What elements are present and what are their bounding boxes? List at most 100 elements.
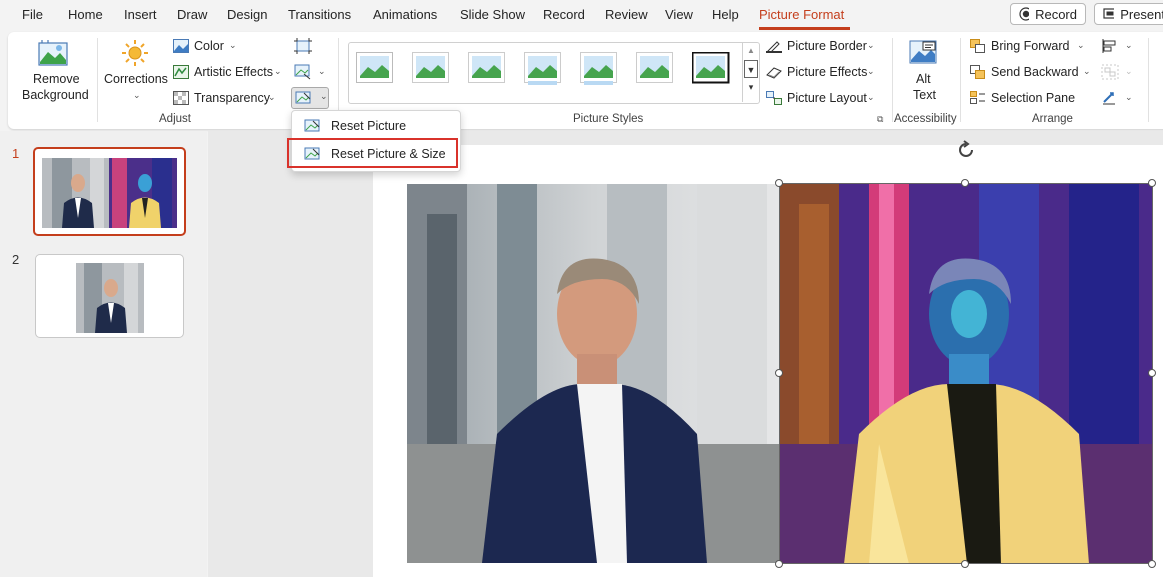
present-icon [1103,8,1115,19]
arrange-group-label: Arrange [1032,113,1073,125]
picture-border-button[interactable]: Picture Border ⌄ [766,38,876,56]
adjust-group-label: Adjust [159,113,191,125]
tab-home[interactable]: Home [68,7,103,22]
tab-slide-show[interactable]: Slide Show [460,7,525,22]
send-backward-button[interactable]: Send Backward ⌄ [970,64,1094,82]
artistic-effects-button[interactable]: Artistic Effects ⌄ [173,64,283,82]
reset-picture-icon [295,91,311,104]
resize-handle[interactable] [1148,179,1156,187]
color-button[interactable]: Color ⌄ [173,38,263,56]
alt-text-label-1: Alt [916,72,931,86]
picture-styles-group-label: Picture Styles [573,113,644,125]
picture-layout-label: Picture Layout [787,91,867,105]
transparency-icon [173,91,189,105]
remove-background-button[interactable]: Remove Background [14,36,94,108]
group-button[interactable]: ⌄ [1101,64,1133,80]
gallery-more-icon[interactable]: ▾ [743,78,759,96]
rotate-button[interactable]: ⌄ [1101,90,1133,106]
picture-style-thumbnail[interactable] [691,51,734,92]
tab-file[interactable]: File [22,7,43,22]
slide-2-preview-image [76,263,144,333]
dialog-launcher-icon[interactable]: ⧉ [877,114,883,125]
picture-style-thumbnail[interactable] [580,52,622,92]
reset-picture-button[interactable]: ⌄ [291,87,329,109]
sun-icon [122,40,148,66]
align-button[interactable]: ⌄ [1101,38,1133,54]
picture-style-thumbnail[interactable] [524,52,566,92]
active-tab-indicator [759,27,850,30]
chevron-down-icon: ⌄ [1125,92,1133,102]
chevron-down-icon: ⌄ [1083,66,1091,76]
tab-draw[interactable]: Draw [177,7,207,22]
tab-record[interactable]: Record [543,7,585,22]
gallery-scroll[interactable]: ▲ ▼ ▾ [742,42,759,102]
picture-style-thumbnail[interactable] [356,52,398,92]
present-button-label: Present [1120,6,1163,22]
picture-effects-icon [766,67,782,79]
chevron-down-icon: ⌄ [1125,66,1133,76]
ribbon-separator [892,38,893,122]
picture-effects-button[interactable]: Picture Effects ⌄ [766,64,876,82]
present-button[interactable]: Present [1094,3,1163,25]
chevron-down-icon: ⌄ [268,92,276,102]
resize-handle[interactable] [775,179,783,187]
resize-handle[interactable] [961,560,969,568]
resize-handle[interactable] [961,179,969,187]
align-icon [1102,39,1116,53]
tab-transitions[interactable]: Transitions [288,7,351,22]
corrections-button[interactable]: Corrections ⌄ [102,36,168,108]
gallery-scroll-up-icon[interactable]: ▲ [743,42,759,60]
send-backward-icon [970,65,985,79]
chevron-down-icon: ⌄ [867,66,875,76]
transparency-label: Transparency [194,91,270,105]
ribbon-separator [960,38,961,122]
picture-style-thumbnail[interactable] [468,52,510,92]
chevron-down-icon: ⌄ [318,66,326,76]
picture-style-icon [356,52,393,83]
tab-insert[interactable]: Insert [124,7,157,22]
slide-thumbnail-2[interactable] [35,254,184,338]
selection-pane-button[interactable]: Selection Pane [970,90,1080,108]
group-icon [1101,64,1119,80]
change-picture-button[interactable]: ⌄ [294,64,326,80]
menu-item-label: Reset Picture [331,119,407,133]
resize-handle[interactable] [775,560,783,568]
send-backward-label: Send Backward [991,65,1079,79]
reset-picture-icon [304,119,320,131]
highlight-box [287,138,458,168]
tab-picture-format[interactable]: Picture Format [759,7,844,22]
slide-thumbnail-1[interactable] [33,147,186,236]
tab-help[interactable]: Help [712,7,739,22]
picture-style-icon [524,52,561,85]
picture-layout-icon [766,91,782,105]
bring-forward-button[interactable]: Bring Forward ⌄ [970,38,1088,56]
chevron-down-icon: ⌄ [1077,40,1085,50]
picture-style-thumbnail[interactable] [636,52,678,92]
pen-icon [766,41,782,53]
chevron-down-icon: ⌄ [1125,40,1133,50]
gallery-scroll-down-icon[interactable]: ▼ [744,60,758,78]
ribbon-separator [1148,38,1149,122]
tab-review[interactable]: Review [605,7,648,22]
tab-animations[interactable]: Animations [373,7,437,22]
menu-item-reset-picture[interactable]: Reset Picture [292,113,458,139]
artistic-effects-label: Artistic Effects [194,65,273,79]
alt-text-icon [909,40,937,64]
picture-style-icon [636,52,673,83]
original-photo[interactable] [407,184,779,563]
tab-view[interactable]: View [665,7,693,22]
record-button[interactable]: Record [1010,3,1086,25]
picture-style-thumbnail[interactable] [412,52,454,92]
resize-handle[interactable] [1148,560,1156,568]
picture-style-icon [468,52,505,83]
compress-pictures-button[interactable] [294,38,312,54]
alt-text-button[interactable]: Alt Text [898,36,952,108]
transparency-button[interactable]: Transparency ⌄ [173,90,278,108]
tab-design[interactable]: Design [227,7,267,22]
remove-background-icon [38,40,68,66]
picture-layout-button[interactable]: Picture Layout ⌄ [766,90,876,108]
resize-handle[interactable] [775,369,783,377]
resize-handle[interactable] [1148,369,1156,377]
rotate-handle-icon[interactable] [955,139,977,161]
alt-text-label-2: Text [913,88,936,102]
